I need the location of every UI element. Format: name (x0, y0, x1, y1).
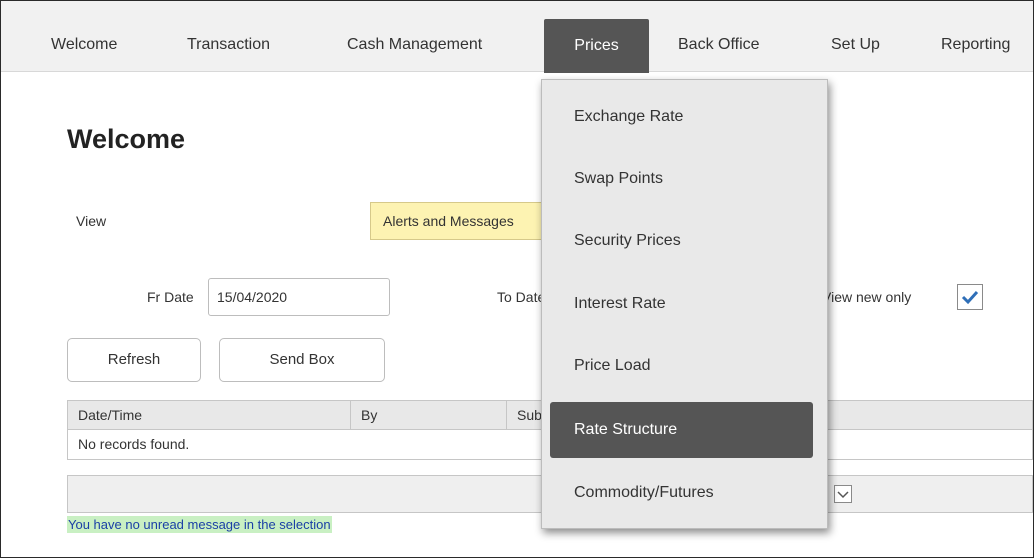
menu-back-office[interactable]: Back Office (678, 1, 760, 71)
menu-cash-management[interactable]: Cash Management (347, 1, 482, 71)
view-new-only-label: View new only (822, 289, 912, 305)
top-menu-bar: Welcome Transaction Cash Management Pric… (1, 1, 1033, 73)
view-new-only-checkbox[interactable] (957, 284, 983, 310)
fr-date-input[interactable]: 15/04/2020 (208, 278, 390, 316)
menu-item-interest-rate[interactable]: Interest Rate (550, 276, 813, 332)
menu-set-up[interactable]: Set Up (831, 1, 880, 71)
column-date-time[interactable]: Date/Time (68, 401, 350, 429)
to-date-label: To Date (497, 289, 546, 305)
column-by[interactable]: By (350, 401, 506, 429)
chevron-down-icon (837, 491, 849, 499)
menu-reporting[interactable]: Reporting (941, 1, 1010, 71)
menu-prices[interactable]: Prices (544, 19, 649, 73)
checkmark-icon (961, 290, 979, 305)
menu-item-swap-points[interactable]: Swap Points (550, 151, 813, 207)
menu-welcome[interactable]: Welcome (51, 1, 117, 71)
menu-item-exchange-rate[interactable]: Exchange Rate (550, 89, 813, 145)
menu-item-commodity-futures[interactable]: Commodity/Futures (550, 465, 813, 521)
send-box-button[interactable]: Send Box (219, 338, 385, 382)
view-label: View (76, 213, 107, 229)
view-select[interactable]: Alerts and Messages (370, 202, 560, 240)
pager-page-size-select[interactable] (834, 485, 852, 503)
menu-transaction[interactable]: Transaction (187, 1, 270, 71)
page-title: Welcome (67, 124, 186, 154)
menu-item-security-prices[interactable]: Security Prices (550, 213, 813, 269)
menu-item-price-load[interactable]: Price Load (550, 338, 813, 394)
prices-dropdown-menu: Exchange Rate Swap Points Security Price… (541, 79, 828, 529)
menu-item-rate-structure[interactable]: Rate Structure (550, 402, 813, 458)
refresh-button[interactable]: Refresh (67, 338, 201, 382)
status-message: You have no unread message in the select… (67, 516, 332, 533)
fr-date-label: Fr Date (147, 289, 194, 305)
